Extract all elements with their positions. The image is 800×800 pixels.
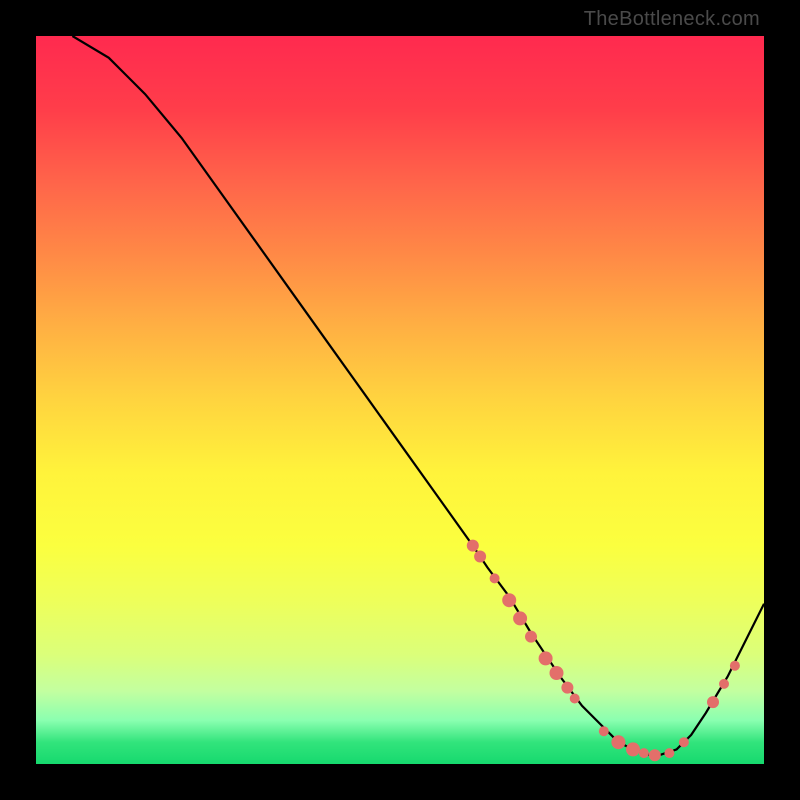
chart-marker xyxy=(679,737,689,747)
chart-curve xyxy=(72,36,764,757)
chart-marker xyxy=(611,735,625,749)
watermark-text: TheBottleneck.com xyxy=(584,8,760,31)
chart-plot-area xyxy=(36,36,764,764)
chart-marker xyxy=(707,696,719,708)
chart-marker xyxy=(474,551,486,563)
chart-marker xyxy=(649,749,661,761)
chart-marker xyxy=(490,573,500,583)
chart-marker xyxy=(561,682,573,694)
chart-marker xyxy=(467,540,479,552)
chart-marker xyxy=(664,748,674,758)
chart-marker xyxy=(525,631,537,643)
chart-marker xyxy=(550,666,564,680)
chart-marker xyxy=(599,726,609,736)
chart-marker xyxy=(539,651,553,665)
chart-marker xyxy=(570,694,580,704)
chart-marker xyxy=(513,611,527,625)
chart-marker xyxy=(730,661,740,671)
chart-marker xyxy=(639,748,649,758)
chart-marker xyxy=(719,679,729,689)
chart-marker xyxy=(502,593,516,607)
chart-svg xyxy=(36,36,764,764)
chart-marker xyxy=(626,742,640,756)
chart-markers xyxy=(467,540,740,762)
